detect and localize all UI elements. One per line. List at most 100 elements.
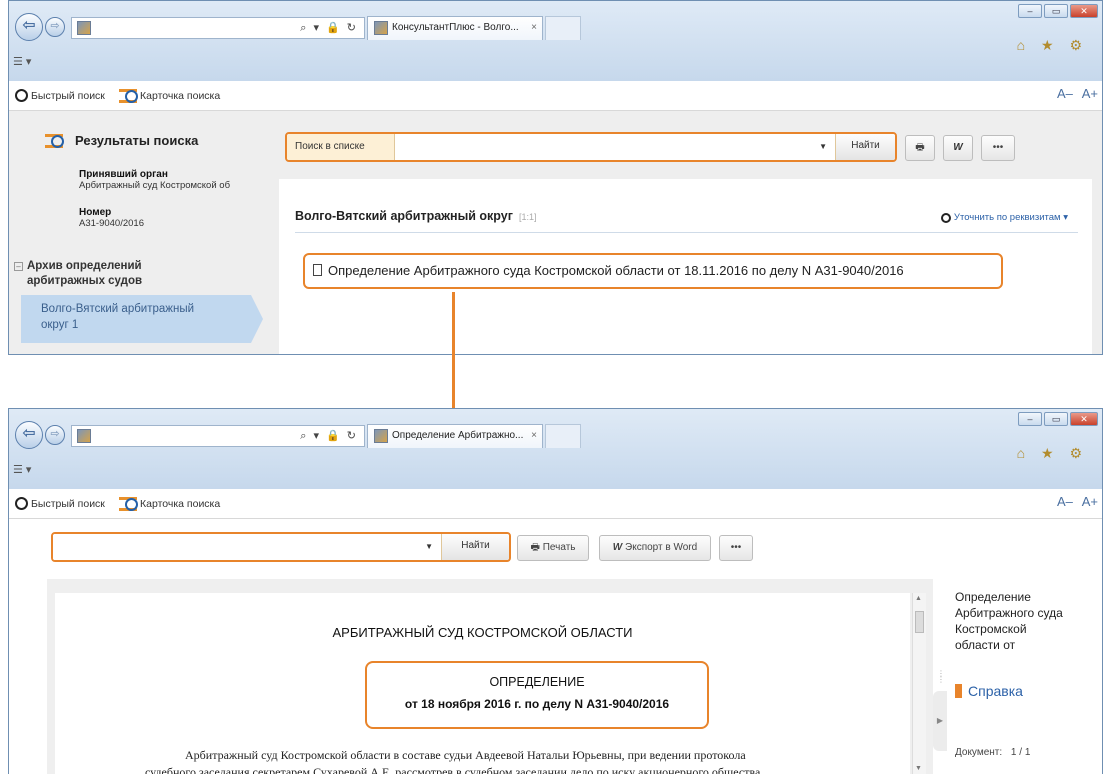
document-name: Определение Арбитражного суда Костромско… bbox=[955, 590, 1063, 652]
new-tab-button[interactable] bbox=[545, 424, 581, 448]
help-link[interactable]: Справка bbox=[955, 683, 1023, 699]
back-button[interactable]: ⇦ bbox=[15, 421, 43, 449]
address-tools-icon[interactable]: ⌕ ▾ 🔒 ↻ bbox=[300, 429, 358, 443]
export-word-button[interactable]: W Экспорт в Word bbox=[599, 535, 711, 561]
authority-filter[interactable]: Принявший орган Арбитражный суд Костромс… bbox=[79, 169, 230, 191]
forward-button[interactable]: ⇨ bbox=[45, 425, 65, 445]
document-viewport: АРБИТРАЖНЫЙ СУД КОСТРОМСКОЙ ОБЛАСТИ ОПРЕ… bbox=[47, 579, 933, 774]
result-document-title: Определение Арбитражного суда Костромско… bbox=[328, 263, 904, 278]
more-button[interactable]: ••• bbox=[981, 135, 1015, 161]
document-counter-label: Документ: bbox=[955, 747, 1003, 758]
resize-handle-icon[interactable]: ⋮ ⋮ bbox=[937, 670, 945, 684]
font-size-controls[interactable]: A– A+ bbox=[1057, 86, 1098, 101]
archive-line-1: Архив определений bbox=[27, 260, 142, 272]
number-filter[interactable]: Номер А31-9040/2016 bbox=[79, 207, 144, 229]
find-button[interactable]: Найти bbox=[441, 534, 509, 560]
search-results-body: Результаты поиска Принявший орган Арбитр… bbox=[9, 111, 1102, 354]
print-label: Печать bbox=[542, 542, 576, 553]
menu-icon[interactable]: ☰ ▾ bbox=[13, 463, 31, 476]
home-favorites-settings-icon[interactable]: ⌂ ★ ⚙ bbox=[1017, 445, 1088, 462]
document-title-box: ОПРЕДЕЛЕНИЕ от 18 ноября 2016 г. по делу… bbox=[365, 661, 709, 729]
window-controls: – ▭ ✕ bbox=[1018, 412, 1098, 426]
home-favorites-settings-icon[interactable]: ⌂ ★ ⚙ bbox=[1017, 37, 1088, 54]
minimize-button[interactable]: – bbox=[1018, 4, 1042, 18]
more-button[interactable]: ••• bbox=[719, 535, 753, 561]
tab-title: КонсультантПлюс - Волго... bbox=[392, 22, 519, 33]
collapse-panel-button[interactable]: ▶ bbox=[933, 691, 947, 751]
menu-icon[interactable]: ☰ ▾ bbox=[13, 55, 31, 68]
maximize-button[interactable]: ▭ bbox=[1044, 412, 1068, 426]
authority-value: Арбитражный суд Костромской об bbox=[79, 180, 231, 191]
results-heading-text: Волго-Вятский арбитражный округ bbox=[295, 209, 513, 223]
search-card-label: Карточка поиска bbox=[140, 90, 221, 102]
bookmark-icon bbox=[955, 684, 962, 698]
minimize-button[interactable]: – bbox=[1018, 412, 1042, 426]
results-title: Результаты поиска bbox=[45, 133, 198, 148]
tab-title: Определение Арбитражно... bbox=[392, 430, 524, 441]
result-document-link[interactable]: Определение Арбитражного суда Костромско… bbox=[303, 253, 1003, 289]
collapse-icon[interactable]: – bbox=[14, 262, 23, 271]
chevron-down-icon[interactable]: ▼ bbox=[425, 542, 433, 551]
paragraph-line-1: Арбитражный суд Костромской области в со… bbox=[185, 748, 746, 762]
document-title: ОПРЕДЕЛЕНИЕ bbox=[489, 675, 585, 689]
word-export-icon[interactable]: W bbox=[943, 135, 973, 161]
search-icon bbox=[15, 89, 28, 102]
paragraph-line-2: судебного заседания секретарем Сухаревой… bbox=[145, 765, 761, 774]
document-search-input[interactable]: ▼ bbox=[53, 534, 441, 560]
browser-tab[interactable]: КонсультантПлюс - Волго... × bbox=[367, 16, 543, 40]
search-in-list-input[interactable]: ▼ bbox=[395, 134, 835, 160]
search-card-link[interactable]: Карточка поиска bbox=[119, 89, 220, 103]
tab-close-icon[interactable]: × bbox=[531, 17, 537, 39]
app-toolbar: Быстрый поиск Карточка поиска A– A+ bbox=[9, 81, 1102, 111]
results-title-text: Результаты поиска bbox=[75, 133, 199, 148]
close-button[interactable]: ✕ bbox=[1070, 4, 1098, 18]
search-icon bbox=[15, 497, 28, 510]
quick-search-link[interactable]: Быстрый поиск bbox=[15, 89, 105, 102]
search-card-link[interactable]: Карточка поиска bbox=[119, 497, 220, 511]
scroll-thumb[interactable] bbox=[915, 611, 924, 633]
font-size-controls[interactable]: A– A+ bbox=[1057, 494, 1098, 509]
site-favicon-icon bbox=[77, 429, 91, 443]
find-button[interactable]: Найти bbox=[835, 134, 895, 160]
address-bar[interactable]: ⌕ ▾ 🔒 ↻ bbox=[71, 425, 365, 447]
forward-button[interactable]: ⇨ bbox=[45, 17, 65, 37]
quick-search-label: Быстрый поиск bbox=[31, 89, 105, 102]
window-controls: – ▭ ✕ bbox=[1018, 4, 1098, 18]
quick-search-link[interactable]: Быстрый поиск bbox=[15, 497, 105, 510]
close-button[interactable]: ✕ bbox=[1070, 412, 1098, 426]
vertical-scrollbar[interactable]: ▲ ▼ bbox=[912, 593, 926, 774]
search-card-label: Карточка поиска bbox=[140, 498, 221, 510]
refine-label: Уточнить по реквизитам ▾ bbox=[953, 212, 1068, 223]
archive-node[interactable]: – Архив определений арбитражных судов bbox=[14, 259, 143, 289]
browser-tab[interactable]: Определение Арбитражно... × bbox=[367, 424, 543, 448]
maximize-button[interactable]: ▭ bbox=[1044, 4, 1068, 18]
court-name: АРБИТРАЖНЫЙ СУД КОСТРОМСКОЙ ОБЛАСТИ bbox=[332, 625, 633, 640]
selected-line-1: Волго-Вятский арбитражный bbox=[41, 303, 195, 315]
chevron-down-icon[interactable]: ▼ bbox=[819, 142, 827, 151]
browser-chrome: – ▭ ✕ ⇦ ⇨ ⌕ ▾ 🔒 ↻ КонсультантПлюс - Волг… bbox=[9, 1, 1102, 81]
back-button[interactable]: ⇦ bbox=[15, 13, 43, 41]
help-label: Справка bbox=[968, 683, 1023, 699]
search-card-icon bbox=[119, 89, 138, 103]
scroll-down-icon[interactable]: ▼ bbox=[915, 765, 922, 772]
print-icon: 🖶 bbox=[530, 542, 540, 553]
archive-line-2: арбитражных судов bbox=[27, 275, 143, 287]
new-tab-button[interactable] bbox=[545, 16, 581, 40]
print-icon[interactable]: 🖶 bbox=[905, 135, 935, 161]
document-counter-value: 1 / 1 bbox=[1010, 747, 1031, 758]
document-paragraph: Арбитражный суд Костромской области в со… bbox=[145, 747, 892, 774]
scroll-up-icon[interactable]: ▲ bbox=[915, 595, 922, 602]
refine-link[interactable]: Уточнить по реквизитам ▾ bbox=[940, 212, 1068, 223]
address-bar[interactable]: ⌕ ▾ 🔒 ↻ bbox=[71, 17, 365, 39]
quick-search-label: Быстрый поиск bbox=[31, 497, 105, 510]
document-date-line: от 18 ноября 2016 г. по делу N А31-9040/… bbox=[404, 697, 670, 711]
document-body: ▼ Найти 🖶 Печать W Экспорт в Word ••• АР… bbox=[9, 519, 1102, 774]
address-tools-icon[interactable]: ⌕ ▾ 🔒 ↻ bbox=[300, 21, 358, 35]
sidebar-item-volgo-vyatsky[interactable]: Волго-Вятский арбитражный округ 1 bbox=[21, 295, 263, 343]
print-button[interactable]: 🖶 Печать bbox=[517, 535, 589, 561]
results-count: [1:1] bbox=[518, 212, 537, 222]
list-search: Поиск в списке ▼ Найти bbox=[285, 132, 897, 162]
tab-favicon-icon bbox=[374, 21, 388, 35]
tab-close-icon[interactable]: × bbox=[531, 425, 537, 447]
export-label: Экспорт в Word bbox=[625, 542, 698, 553]
